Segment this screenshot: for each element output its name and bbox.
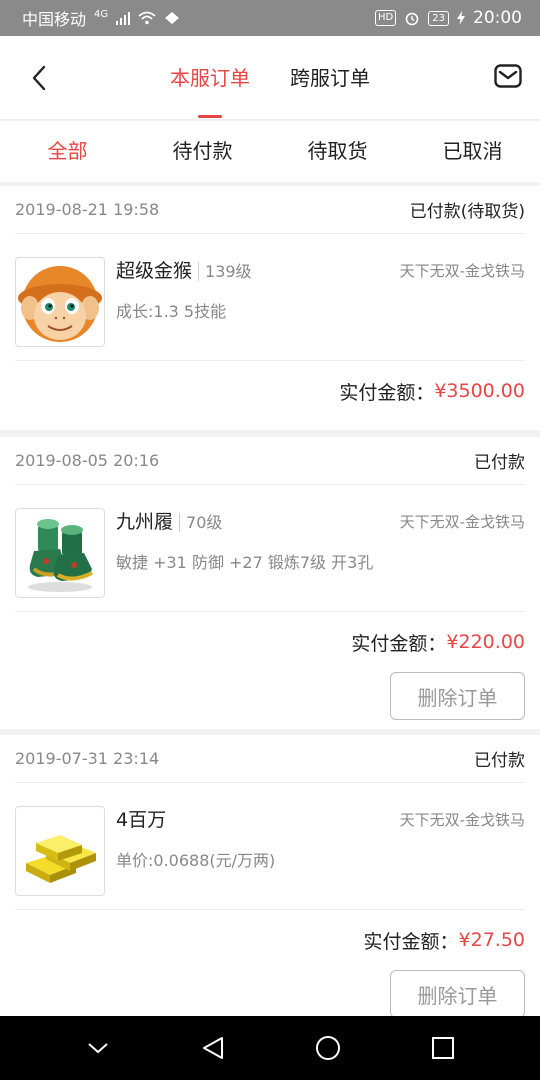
amount-label: 实付金额： (351, 632, 447, 655)
item-server: 天下无双-金戈铁马 (399, 811, 525, 829)
triangle-back-icon (202, 1037, 223, 1059)
nav-back-button[interactable] (193, 1028, 233, 1068)
item-server: 天下无双-金戈铁马 (399, 513, 525, 531)
item-level: 70级 (179, 513, 223, 532)
amount-row: 实付金额： ¥27.50 (15, 910, 526, 970)
carrier-label: 中国移动 (22, 10, 87, 29)
filter-pending-pickup[interactable]: 待取货 (270, 121, 405, 182)
boots-image (16, 509, 104, 597)
item-description: 单价:0.0688(元/万两) (116, 851, 276, 870)
item-thumbnail (15, 257, 105, 347)
gold-bars-image (16, 807, 104, 895)
item-description: 敏捷 +31 防御 +27 锻炼7级 开3孔 (116, 553, 374, 572)
tab-local-orders[interactable]: 本服订单 (170, 36, 250, 120)
status-bar: 中国移动 4G HD 23 20:00 (0, 0, 540, 36)
item-server: 天下无双-金戈铁马 (399, 262, 525, 280)
data-saver-icon (165, 12, 180, 24)
amount-value: ¥220.00 (446, 631, 525, 653)
battery-icon: 23 (428, 10, 449, 26)
hd-badge: HD (375, 10, 397, 26)
item-thumbnail (15, 806, 105, 896)
amount-row: 实付金额： ¥220.00 (15, 612, 525, 672)
circle-home-icon (315, 1036, 340, 1060)
amount-row: 实付金额： ¥3500.00 (15, 361, 525, 421)
tab-cross-server-orders[interactable]: 跨服订单 (290, 36, 370, 120)
collapse-nav-button[interactable] (78, 1028, 118, 1068)
order-status: 已付款 (474, 751, 525, 771)
status-filter-bar: 全部 待付款 待取货 已取消 (0, 121, 540, 182)
item-level: 139级 (198, 262, 252, 281)
order-time: 2019-08-05 20:16 (15, 451, 160, 470)
order-header: 2019-07-31 23:14 已付款 (15, 735, 525, 783)
delete-order-button[interactable]: 删除订单 (390, 970, 525, 1018)
order-card: 2019-07-31 23:14 已付款 4百万 天下无双-金戈铁马 单价:0.… (0, 735, 540, 1018)
system-nav-bar (0, 1016, 540, 1080)
chevron-down-icon (87, 1043, 108, 1054)
amount-label: 实付金额： (363, 930, 459, 953)
header: 本服订单 跨服订单 (0, 36, 540, 120)
monkey-image (16, 258, 104, 346)
clock: 20:00 (473, 8, 522, 28)
action-row: 删除订单 (15, 672, 525, 732)
nav-home-button[interactable] (308, 1028, 348, 1068)
mail-icon (494, 64, 522, 88)
order-time: 2019-07-31 23:14 (15, 749, 160, 768)
signal-icon (116, 12, 131, 25)
filter-cancelled[interactable]: 已取消 (405, 121, 540, 182)
nav-recents-button[interactable] (423, 1028, 463, 1068)
amount-label: 实付金额： (339, 381, 435, 404)
order-item[interactable]: 4百万 天下无双-金戈铁马 单价:0.0688(元/万两) (15, 783, 525, 910)
filter-all[interactable]: 全部 (0, 121, 135, 182)
charging-icon (457, 11, 465, 25)
order-card: 2019-08-21 19:58 已付款(待取货) 超级金猴 139级 天下无双… (0, 186, 540, 430)
status-right: HD 23 20:00 (375, 8, 522, 28)
order-card: 2019-08-05 20:16 已付款 九州履 70级 天下无双-金戈铁马 敏… (0, 437, 540, 729)
item-name-row: 九州履 70级 (116, 507, 223, 534)
item-thumbnail (15, 508, 105, 598)
order-tabs: 本服订单 跨服订单 (0, 36, 540, 120)
amount-value: ¥27.50 (458, 929, 525, 951)
alarm-icon (405, 12, 419, 26)
order-status: 已付款(待取货) (409, 202, 525, 222)
order-header: 2019-08-05 20:16 已付款 (15, 437, 525, 485)
item-description: 成长:1.3 5技能 (116, 302, 227, 321)
wifi-icon (138, 11, 156, 25)
order-status: 已付款 (474, 453, 525, 473)
item-name: 九州履 (116, 511, 174, 533)
item-name: 超级金猴 (116, 260, 193, 282)
order-item[interactable]: 超级金猴 139级 天下无双-金戈铁马 成长:1.3 5技能 (15, 234, 525, 361)
order-time: 2019-08-21 19:58 (15, 200, 160, 219)
network-label: 4G (94, 8, 109, 20)
order-header: 2019-08-21 19:58 已付款(待取货) (15, 186, 525, 234)
amount-value: ¥3500.00 (434, 380, 525, 402)
delete-order-button[interactable]: 删除订单 (390, 672, 525, 720)
item-name: 4百万 (116, 809, 167, 831)
status-left: 中国移动 4G (22, 6, 180, 30)
item-name-row: 4百万 (116, 805, 166, 832)
square-recents-icon (431, 1037, 454, 1059)
filter-pending-payment[interactable]: 待付款 (135, 121, 270, 182)
order-item[interactable]: 九州履 70级 天下无双-金戈铁马 敏捷 +31 防御 +27 锻炼7级 开3孔 (15, 485, 525, 612)
mail-button[interactable] (494, 64, 524, 92)
item-name-row: 超级金猴 139级 (116, 256, 252, 283)
